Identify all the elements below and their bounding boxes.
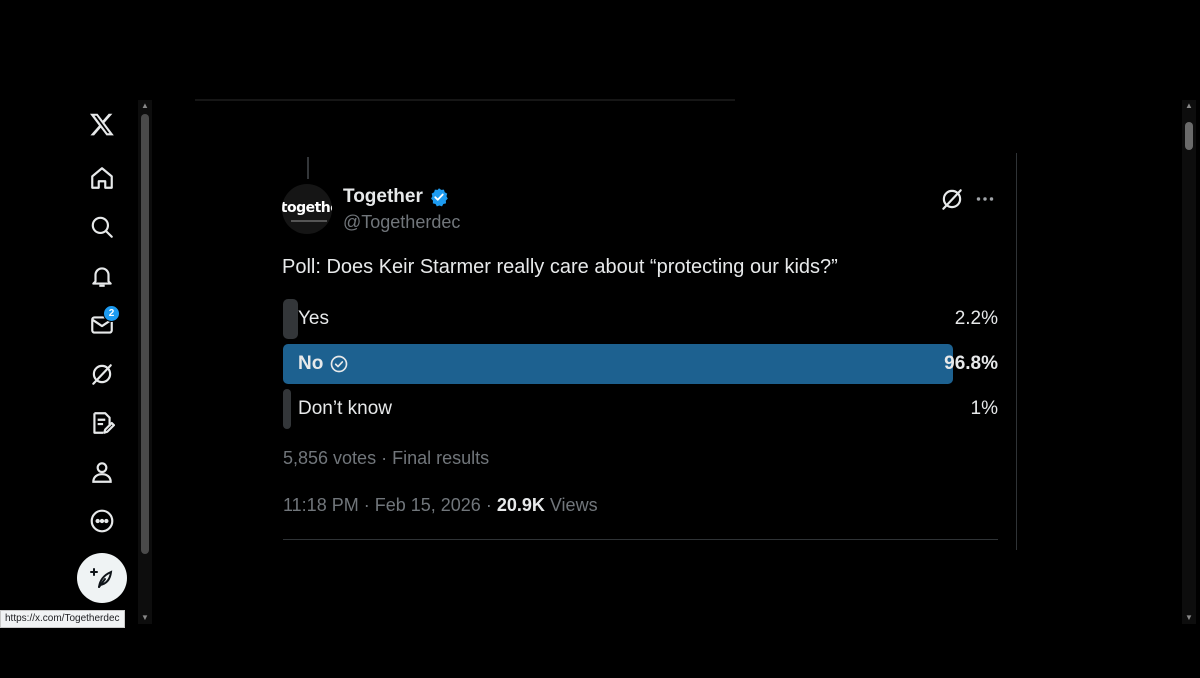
- tweet-time[interactable]: 11:18 PM: [283, 495, 359, 515]
- profile-icon[interactable]: [88, 458, 116, 486]
- avatar-tagline-line: [291, 220, 327, 222]
- verified-badge-icon: [430, 188, 448, 207]
- x-logo-icon[interactable]: [88, 110, 116, 138]
- home-icon[interactable]: [88, 164, 116, 192]
- poll-option-yes: Yes 2.2%: [283, 299, 998, 339]
- more-dots-icon: [976, 197, 994, 201]
- tweet-timestamp: 11:18 PM · Feb 15, 2026 · 20.9K Views: [283, 495, 598, 515]
- tweet-date[interactable]: Feb 15, 2026: [375, 495, 481, 515]
- grok-button[interactable]: [939, 186, 965, 212]
- top-divider: [195, 99, 735, 101]
- author-name[interactable]: Together: [343, 186, 423, 208]
- status-bar-url: https://x.com/Togetherdec: [0, 610, 125, 628]
- scroll-up-arrow-icon[interactable]: ▲: [138, 100, 152, 112]
- avatar-wordmark: togethe: [282, 200, 332, 216]
- avatar[interactable]: togethe: [282, 184, 332, 234]
- poll-status: Final results: [392, 448, 490, 468]
- poll-bar-dont-know: [283, 389, 291, 429]
- poll-label: Yes: [298, 308, 329, 329]
- poll-percent: 1%: [970, 398, 998, 419]
- page-scrollbar[interactable]: ▲ ▼: [1182, 100, 1196, 624]
- poll-percent: 96.8%: [944, 353, 998, 374]
- tweet-divider: [283, 539, 998, 540]
- more-icon[interactable]: [88, 507, 116, 535]
- poll-option-no: No 96.8%: [283, 344, 998, 384]
- timeline-border: [1016, 153, 1017, 550]
- scroll-up-arrow-icon[interactable]: ▲: [1182, 100, 1196, 112]
- views-count: 20.9K: [496, 495, 545, 515]
- more-options-button[interactable]: [972, 186, 998, 212]
- poll-percent: 2.2%: [954, 308, 998, 329]
- poll-bar-no: [283, 344, 953, 384]
- sidebar-scroll-thumb[interactable]: [141, 114, 149, 554]
- grok-icon[interactable]: [88, 360, 116, 388]
- messages-badge: 2: [103, 305, 120, 322]
- compose-icon: [90, 568, 113, 588]
- scroll-down-arrow-icon[interactable]: ▼: [138, 612, 152, 624]
- tweet-text: Poll: Does Keir Starmer really care abou…: [282, 256, 838, 278]
- poll-bar-yes: [283, 299, 298, 339]
- poll-option-dont-know: Don’t know 1%: [283, 389, 998, 429]
- sidebar-nav: 2: [76, 100, 128, 620]
- poll-label: No: [298, 353, 324, 374]
- poll-label-row: No: [298, 353, 349, 375]
- messages-icon[interactable]: 2: [88, 305, 120, 339]
- poll-votes: 5,856 votes: [283, 448, 377, 468]
- poll-label: Don’t know: [298, 398, 392, 419]
- scroll-down-arrow-icon[interactable]: ▼: [1182, 612, 1196, 624]
- compose-button[interactable]: [77, 553, 127, 603]
- sidebar-scrollbar[interactable]: ▲ ▼: [138, 100, 152, 624]
- thread-connector-line: [307, 157, 309, 179]
- views-label: Views: [549, 495, 598, 515]
- poll-meta: 5,856 votes · Final results: [283, 448, 490, 468]
- author-name-row[interactable]: Together: [343, 186, 449, 208]
- lists-icon[interactable]: [88, 409, 116, 437]
- search-icon[interactable]: [88, 213, 116, 241]
- grok-icon: [942, 189, 962, 210]
- author-handle[interactable]: @Togetherdec: [343, 212, 460, 233]
- notifications-icon[interactable]: [88, 262, 116, 290]
- check-circle-icon: [330, 355, 348, 373]
- page-scroll-thumb[interactable]: [1185, 122, 1193, 150]
